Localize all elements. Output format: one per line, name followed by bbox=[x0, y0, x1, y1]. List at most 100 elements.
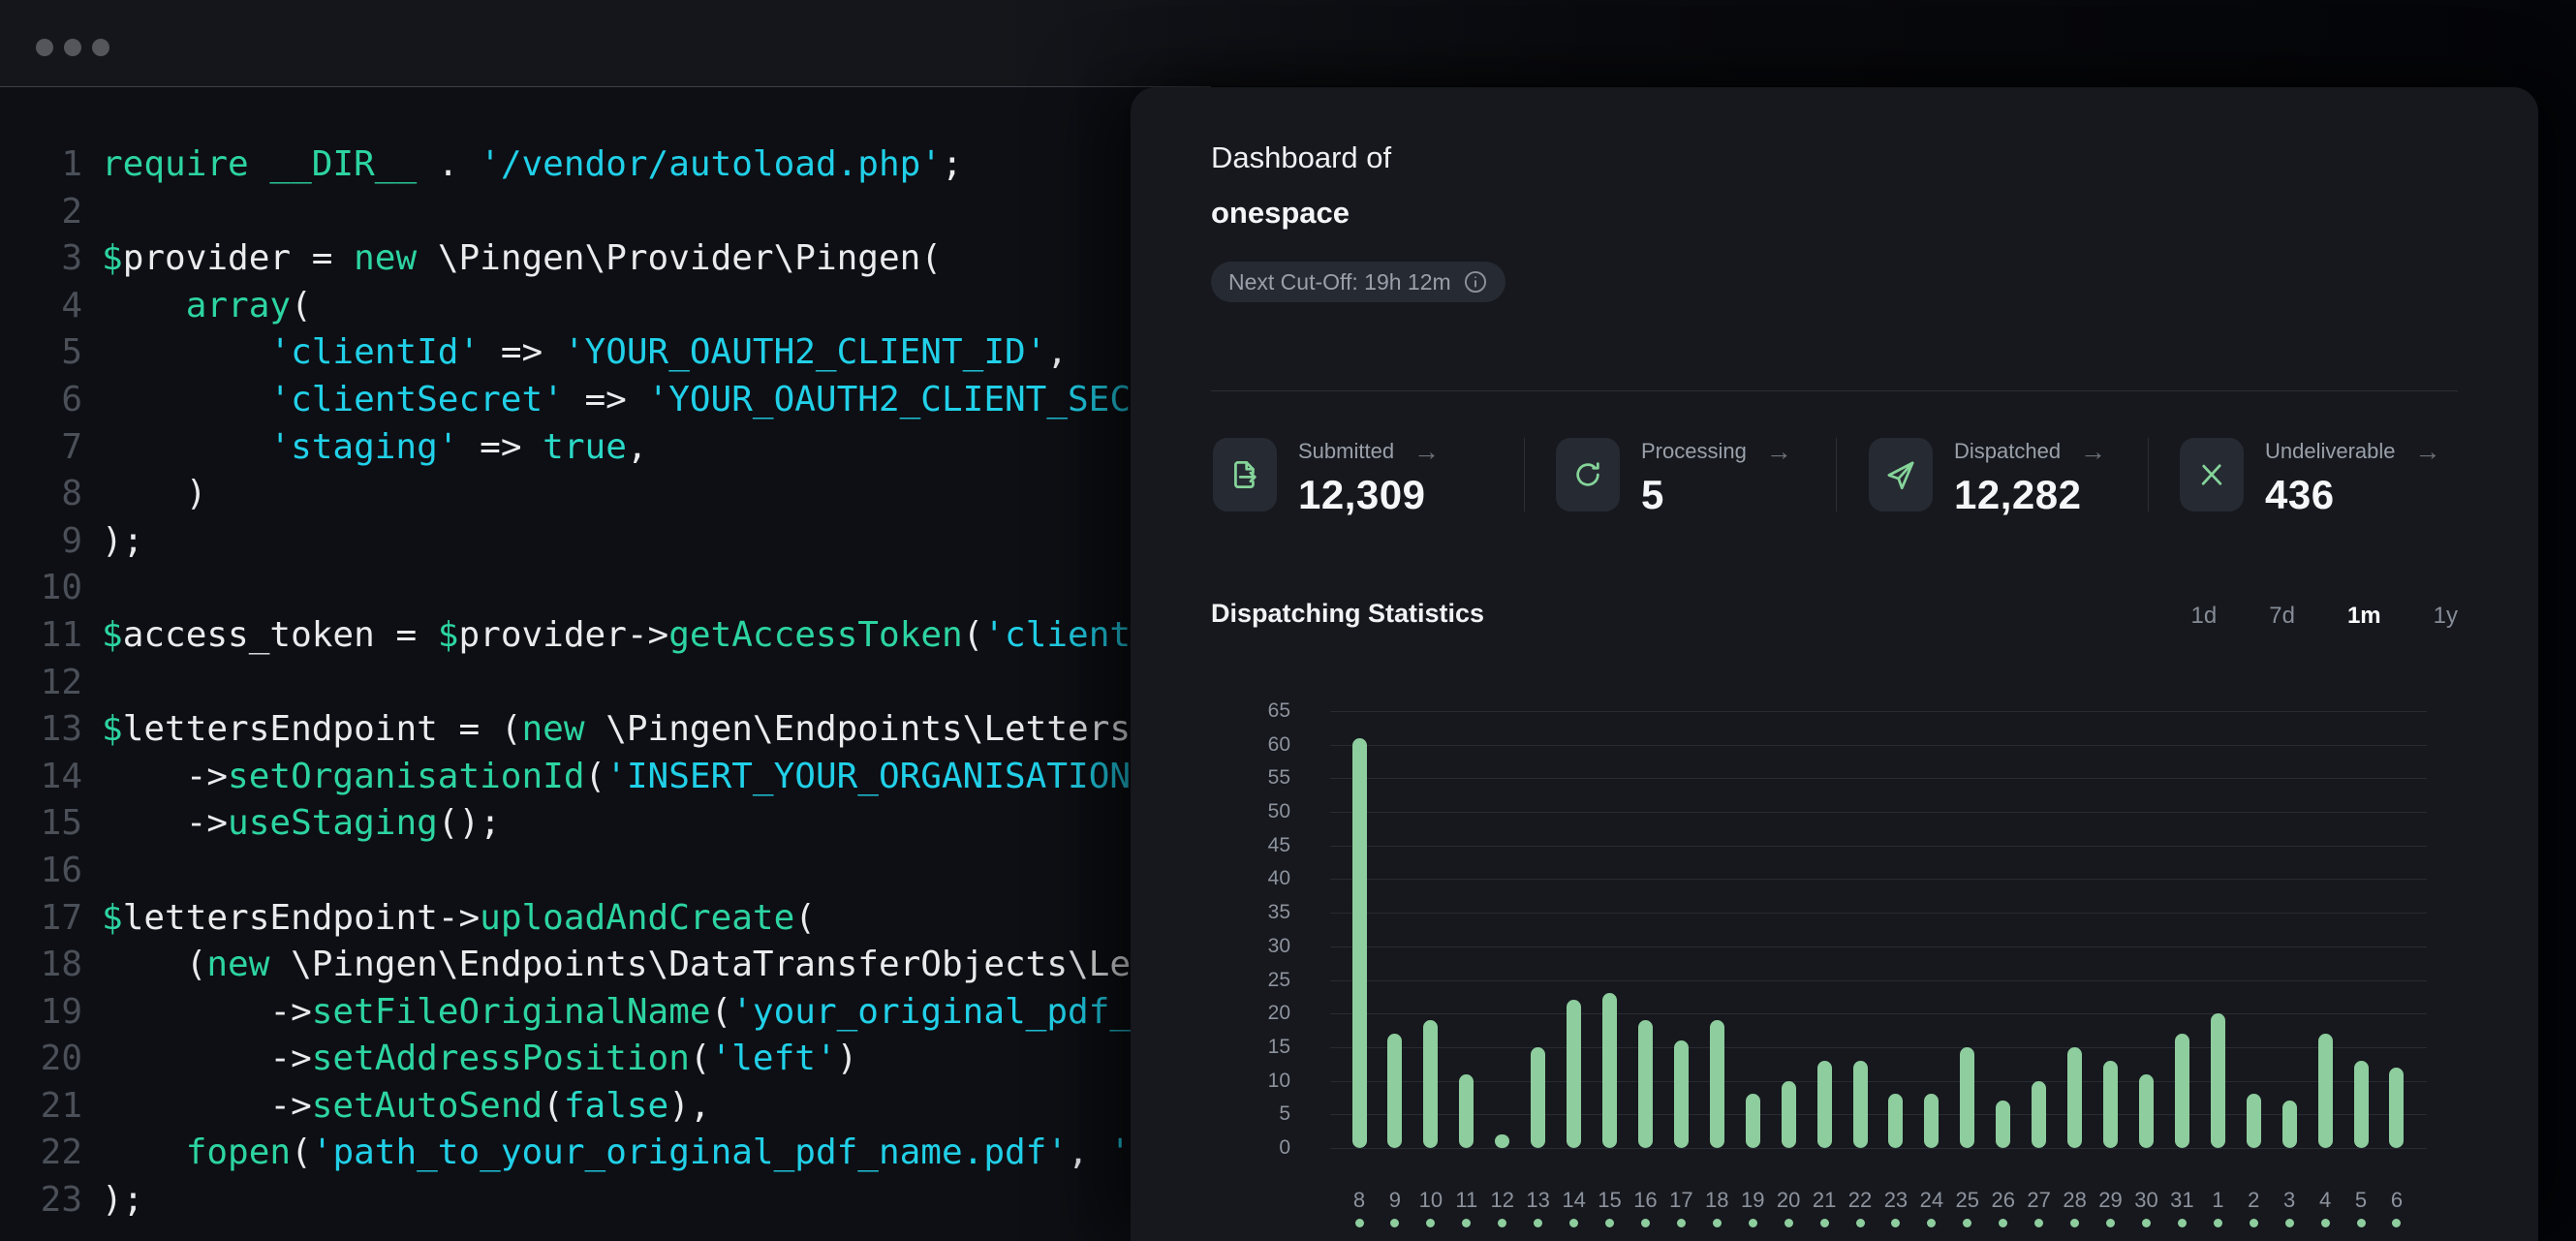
code-token: $ bbox=[102, 898, 123, 938]
cutoff-badge-label: Next Cut-Off: 19h 12m bbox=[1228, 269, 1451, 295]
stat-value: 12,309 bbox=[1298, 472, 1440, 518]
code-token: $ bbox=[102, 238, 123, 278]
stat-value: 12,282 bbox=[1954, 472, 2106, 518]
bar-day-4 bbox=[2318, 1034, 2333, 1148]
code-token: ( bbox=[711, 992, 732, 1032]
code-token: , bbox=[1046, 332, 1068, 372]
bar-day-6 bbox=[2389, 1068, 2404, 1148]
arrow-right-icon[interactable]: → bbox=[2080, 441, 2106, 462]
bar-day-27 bbox=[2032, 1081, 2046, 1148]
code-token: -> bbox=[102, 1086, 312, 1126]
code-token: true bbox=[543, 427, 627, 467]
code-token: setAutoSend bbox=[312, 1086, 543, 1126]
y-axis-tick: 60 bbox=[1131, 732, 1290, 758]
day-status-dot bbox=[1390, 1219, 1399, 1227]
code-token: getAccessToken bbox=[668, 615, 962, 655]
code-token: $ bbox=[438, 615, 459, 655]
window-control-dot[interactable] bbox=[92, 39, 109, 56]
paper-plane-icon bbox=[1882, 456, 1919, 493]
cutoff-badge[interactable]: Next Cut-Off: 19h 12m bbox=[1211, 262, 1505, 302]
day-status-dot bbox=[1820, 1219, 1829, 1227]
code-token bbox=[102, 286, 186, 326]
code-text: 'clientSecret' => 'YOUR_OAUTH2_CLIENT_SE… bbox=[102, 377, 1235, 424]
gridline bbox=[1330, 980, 2427, 981]
range-option-1y[interactable]: 1y bbox=[2434, 603, 2458, 630]
code-token: \Pingen\Provider\Pingen( bbox=[417, 238, 942, 278]
code-token: ( bbox=[690, 1039, 711, 1078]
code-token: ( bbox=[963, 615, 984, 655]
code-token: ( bbox=[291, 286, 312, 326]
day-status-dot bbox=[2142, 1219, 2151, 1227]
code-token: => bbox=[564, 380, 648, 419]
code-text: fopen('path_to_your_original_pdf_name.pd… bbox=[102, 1130, 1215, 1177]
window-control-dot[interactable] bbox=[64, 39, 81, 56]
code-token: $ bbox=[102, 709, 123, 749]
stat-label-row: Dispatched→ bbox=[1954, 439, 2106, 464]
stat-label: Submitted bbox=[1298, 439, 1394, 464]
gridline bbox=[1330, 1114, 2427, 1115]
arrow-right-icon[interactable]: → bbox=[1413, 441, 1440, 462]
code-token: provider-> bbox=[458, 615, 668, 655]
gridline bbox=[1330, 711, 2427, 712]
code-text: array( bbox=[102, 283, 312, 330]
day-status-dot bbox=[2214, 1219, 2222, 1227]
line-number: 9 bbox=[0, 518, 82, 566]
stat-card-submitted[interactable]: Submitted → 12,309 bbox=[1213, 438, 1440, 518]
day-status-dot bbox=[2285, 1219, 2294, 1227]
code-token: -> bbox=[102, 992, 312, 1032]
stat-value: 436 bbox=[2265, 472, 2441, 518]
code-token: new bbox=[206, 945, 269, 984]
y-axis-tick: 55 bbox=[1131, 765, 1290, 791]
code-token: fopen bbox=[186, 1132, 291, 1172]
stat-icon-tile bbox=[1213, 438, 1277, 512]
y-axis-tick: 10 bbox=[1131, 1069, 1290, 1094]
info-icon[interactable] bbox=[1463, 269, 1488, 295]
stat-icon-tile bbox=[1556, 438, 1620, 512]
code-token: setOrganisationId bbox=[228, 757, 584, 796]
code-token: new bbox=[522, 709, 585, 749]
day-status-dot bbox=[2321, 1219, 2330, 1227]
bar-day-30 bbox=[2139, 1074, 2154, 1148]
bar-day-21 bbox=[1817, 1061, 1832, 1148]
y-axis-tick: 25 bbox=[1131, 968, 1290, 993]
code-token bbox=[102, 380, 269, 419]
arrow-right-icon[interactable]: → bbox=[1766, 441, 1792, 462]
stat-divider bbox=[1524, 438, 1525, 512]
stat-icon-tile bbox=[1869, 438, 1933, 512]
gridline bbox=[1330, 778, 2427, 779]
bar-day-23 bbox=[1888, 1094, 1903, 1148]
code-token: 'left' bbox=[711, 1039, 837, 1078]
code-token: => bbox=[458, 427, 543, 467]
stat-card-undeliverable[interactable]: Undeliverable→436 bbox=[2180, 438, 2441, 518]
line-number: 18 bbox=[0, 942, 82, 989]
day-status-dot bbox=[1856, 1219, 1865, 1227]
stat-text: Processing→5 bbox=[1641, 438, 1792, 518]
range-selector: 1d 7d 1m 1y bbox=[2191, 603, 2458, 630]
window-control-dot[interactable] bbox=[36, 39, 53, 56]
day-status-dot bbox=[2357, 1219, 2366, 1227]
stat-text: Dispatched→ 12,282 bbox=[1954, 438, 2106, 518]
gridline bbox=[1330, 1013, 2427, 1014]
stat-label-row: Submitted → bbox=[1298, 439, 1440, 464]
range-option-7d[interactable]: 7d bbox=[2269, 603, 2295, 630]
arrow-right-icon[interactable]: → bbox=[2415, 441, 2441, 462]
bar-day-1 bbox=[2211, 1013, 2225, 1148]
y-axis-tick: 15 bbox=[1131, 1035, 1290, 1060]
code-token: ( bbox=[585, 757, 606, 796]
day-status-dot bbox=[1462, 1219, 1471, 1227]
code-token: 'staging' bbox=[269, 427, 458, 467]
code-editor[interactable]: 1require __DIR__ . '/vendor/autoload.php… bbox=[0, 87, 1211, 1241]
code-token: provider = bbox=[123, 238, 354, 278]
day-status-dot bbox=[2392, 1219, 2401, 1227]
stat-card-processing[interactable]: Processing→5 bbox=[1556, 438, 1792, 518]
code-token: ; bbox=[942, 144, 963, 184]
line-number: 11 bbox=[0, 612, 82, 660]
stat-card-dispatched[interactable]: Dispatched→ 12,282 bbox=[1869, 438, 2106, 518]
day-status-dot bbox=[1785, 1219, 1793, 1227]
range-option-1d[interactable]: 1d bbox=[2191, 603, 2218, 630]
bar-day-28 bbox=[2067, 1047, 2082, 1148]
range-option-1m[interactable]: 1m bbox=[2347, 603, 2381, 630]
gridline bbox=[1330, 812, 2427, 813]
code-token: 'clientId' bbox=[269, 332, 480, 372]
code-token bbox=[249, 144, 270, 184]
